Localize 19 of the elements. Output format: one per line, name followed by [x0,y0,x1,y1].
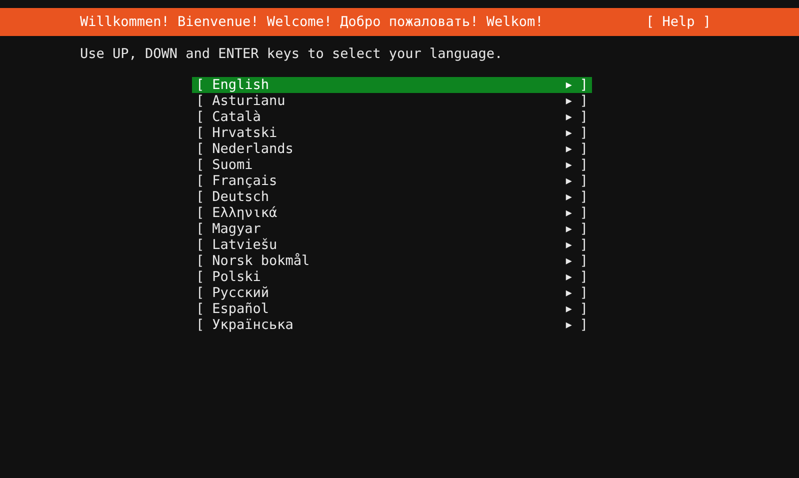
language-option[interactable]: [ Español ▶ ] [192,301,592,317]
language-option[interactable]: [ Hrvatski ▶ ] [192,125,592,141]
help-button[interactable]: [ Help ] [646,14,711,30]
language-option[interactable]: [ Asturianu ▶ ] [192,93,592,109]
language-option[interactable]: [ Deutsch ▶ ] [192,189,592,205]
language-option[interactable]: [ Suomi ▶ ] [192,157,592,173]
language-option[interactable]: [ Norsk bokmål ▶ ] [192,253,592,269]
language-option[interactable]: [ Magyar ▶ ] [192,221,592,237]
language-option[interactable]: [ Ελληνικά ▶ ] [192,205,592,221]
language-option[interactable]: [ Français ▶ ] [192,173,592,189]
language-option[interactable]: [ Latviešu ▶ ] [192,237,592,253]
language-option[interactable]: [ Русский ▶ ] [192,285,592,301]
language-option[interactable]: [ Nederlands ▶ ] [192,141,592,157]
welcome-title: Willkommen! Bienvenue! Welcome! Добро пожаловать! Welkom! [80,14,544,30]
language-option[interactable]: [ English ▶ ] [192,77,592,93]
language-option[interactable]: [ Polski ▶ ] [192,269,592,285]
language-option[interactable]: [ Català ▶ ] [192,109,592,125]
language-option[interactable]: [ Українська ▶ ] [192,317,592,333]
instruction-text: Use UP, DOWN and ENTER keys to select your language. [79,45,504,64]
